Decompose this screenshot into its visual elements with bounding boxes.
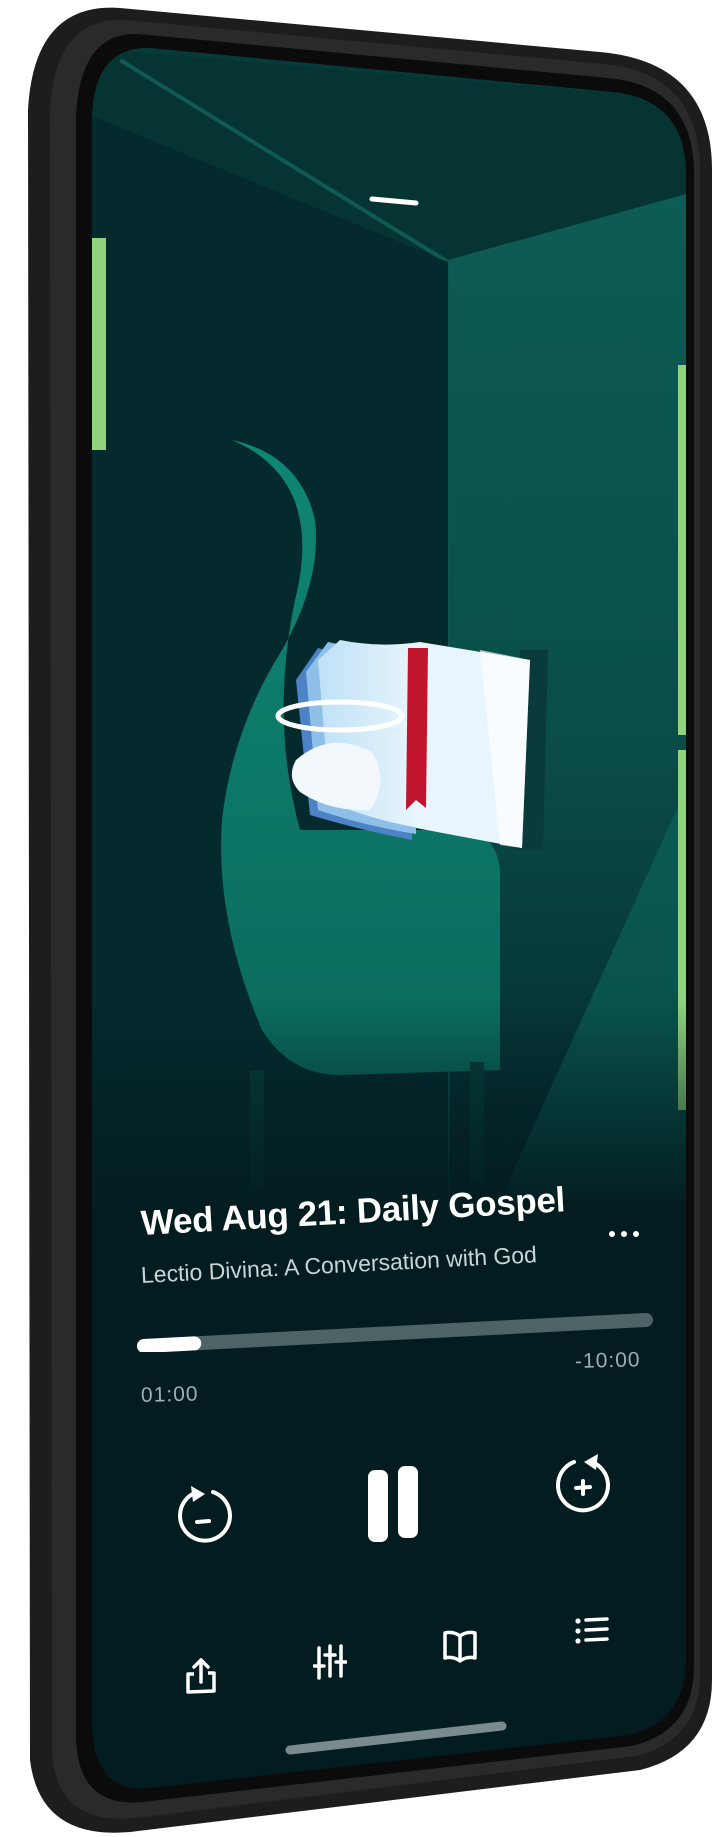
audio-settings-button[interactable]: [312, 1642, 348, 1682]
elapsed-time: 01:00: [140, 1382, 199, 1407]
pause-button[interactable]: [364, 1464, 424, 1544]
rewind-icon: [178, 1486, 232, 1543]
now-playing-screen: Wed Aug 21: Daily Gospel Lectio Divina: …: [0, 0, 718, 1837]
device-mockup: Wed Aug 21: Daily Gospel Lectio Divina: …: [0, 0, 718, 1837]
progress-track: [137, 1313, 653, 1352]
more-icon: [609, 1231, 639, 1237]
fast-forward-button[interactable]: [552, 1444, 616, 1520]
progress-fill: [137, 1336, 202, 1352]
podcast-name[interactable]: Lectio Divina: A Conversation with God: [140, 1241, 537, 1289]
sliders-icon: [312, 1644, 348, 1680]
queue-button[interactable]: [574, 1614, 610, 1650]
share-button[interactable]: [184, 1656, 218, 1696]
list-icon: [575, 1617, 609, 1644]
pause-icon: [368, 1466, 418, 1542]
home-indicator[interactable]: [284, 1720, 508, 1756]
more-options-button[interactable]: [604, 1222, 644, 1246]
episode-title: Wed Aug 21: Daily Gospel: [139, 1180, 566, 1243]
share-icon: [186, 1658, 216, 1694]
sheet-handle[interactable]: [368, 194, 420, 210]
transcript-button[interactable]: [442, 1628, 478, 1664]
remaining-time: -10:00: [574, 1348, 641, 1373]
book-icon: [443, 1630, 477, 1663]
fast-forward-icon: [556, 1454, 610, 1513]
rewind-button[interactable]: [175, 1478, 235, 1548]
progress-slider[interactable]: [134, 1304, 654, 1352]
